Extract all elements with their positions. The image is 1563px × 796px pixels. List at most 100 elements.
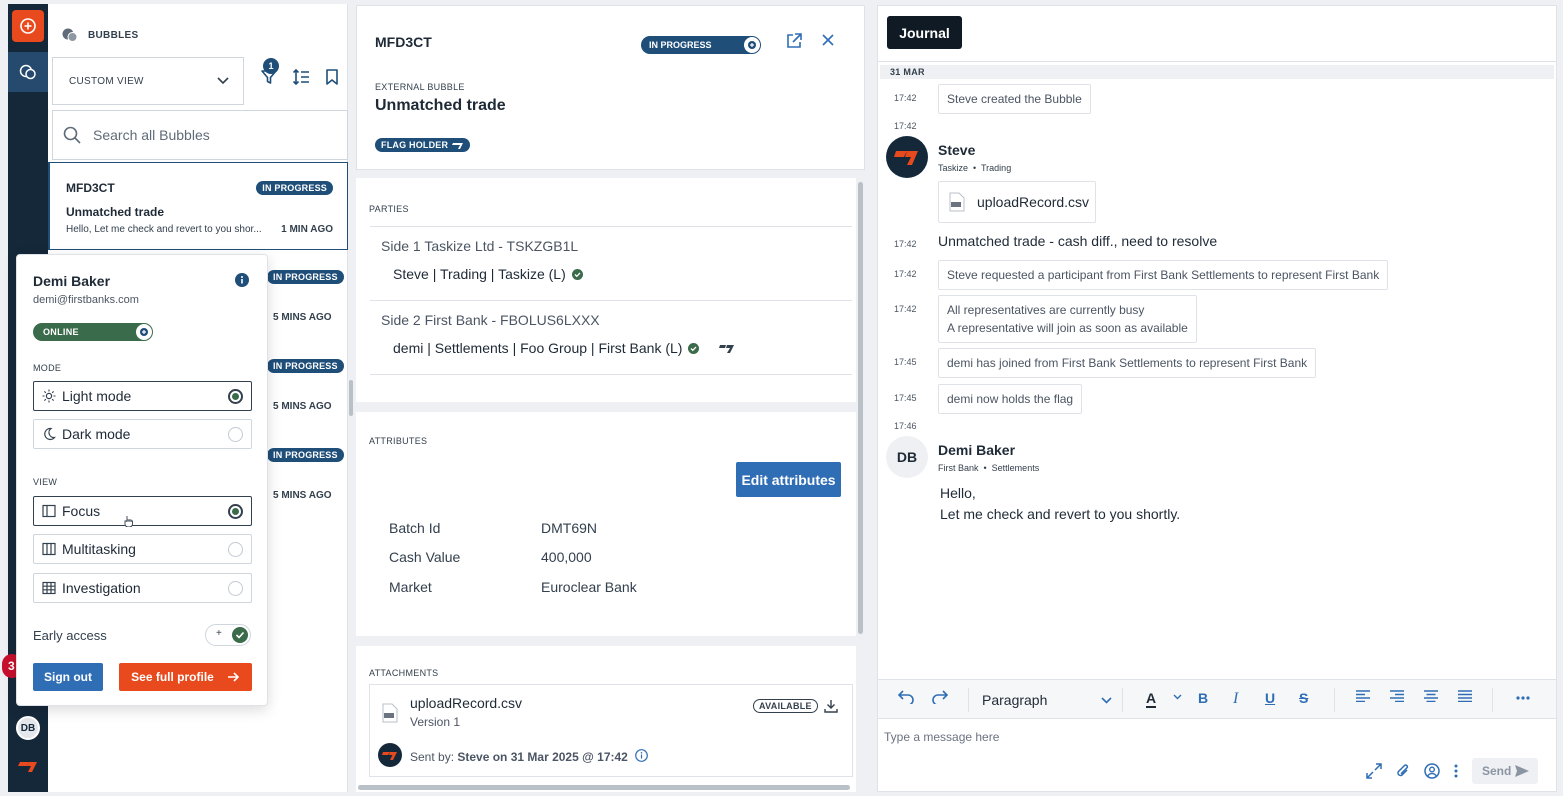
- align-justify-icon[interactable]: [1458, 690, 1472, 702]
- editor-toolbar: Paragraph A B I U S: [878, 679, 1556, 719]
- profile-email: demi@firstbanks.com: [33, 294, 139, 306]
- toolbar-separator: [1122, 688, 1123, 712]
- bubble-title: Unmatched trade: [66, 205, 165, 219]
- flag-icon: [452, 142, 464, 149]
- online-status-toggle[interactable]: ONLINE: [33, 323, 153, 341]
- search-bar: [52, 110, 348, 160]
- entry-time: 17:42: [894, 269, 917, 279]
- party-member-steve[interactable]: Steve | Trading | Taskize (L): [393, 266, 583, 282]
- message-text: Hello, Let me check and revert to you sh…: [940, 483, 1180, 525]
- author-dept: Trading: [981, 163, 1012, 173]
- author-name[interactable]: Steve: [938, 142, 975, 158]
- bubble-time: 5 MINS AGO: [273, 312, 332, 323]
- parties-section: PARTIES Side 1 Taskize Ltd - TSKZGB1L St…: [356, 178, 856, 402]
- investigation-view-label: Investigation: [62, 580, 141, 596]
- strikethrough-icon[interactable]: S: [1299, 690, 1308, 706]
- paragraph-style-label: Paragraph: [982, 692, 1048, 708]
- cursor-hand-icon: [124, 515, 134, 527]
- date-separator: 31 MAR: [880, 65, 1554, 79]
- toggle-knob-icon: [136, 324, 152, 340]
- panel-resize-handle[interactable]: [349, 380, 353, 416]
- sort-icon[interactable]: [292, 68, 310, 86]
- message-input[interactable]: Type a message here: [884, 730, 999, 744]
- bold-icon[interactable]: B: [1198, 690, 1208, 706]
- filter-icon[interactable]: [260, 68, 278, 86]
- online-status-label: ONLINE: [43, 327, 79, 337]
- journal-attachment[interactable]: uploadRecord.csv: [938, 181, 1096, 223]
- status-badge: IN PROGRESS: [267, 448, 344, 462]
- radio-unselected[interactable]: [228, 581, 243, 596]
- dark-mode-option[interactable]: Dark mode: [33, 419, 252, 449]
- download-icon[interactable]: [824, 699, 838, 713]
- chevron-down-icon[interactable]: [1173, 694, 1182, 700]
- user-avatar[interactable]: DB: [16, 716, 40, 740]
- open-external-icon[interactable]: [785, 32, 803, 50]
- expand-icon[interactable]: [1366, 763, 1382, 779]
- party-side-1: Side 1 Taskize Ltd - TSKZGB1L: [381, 238, 579, 254]
- custom-view-select[interactable]: CUSTOM VIEW: [52, 57, 244, 105]
- bubble-time: 5 MINS AGO: [273, 401, 332, 412]
- grid-layout-icon: [42, 581, 56, 595]
- status-badge: IN PROGRESS: [256, 181, 333, 195]
- send-arrow-icon: [1515, 765, 1529, 777]
- underline-icon[interactable]: U: [1265, 690, 1275, 706]
- details-scrollbar-horizontal[interactable]: [358, 785, 850, 790]
- info-icon[interactable]: [635, 749, 648, 762]
- status-label: IN PROGRESS: [649, 40, 712, 50]
- align-right-icon[interactable]: [1390, 690, 1404, 702]
- mention-user-icon[interactable]: [1424, 763, 1440, 779]
- author-meta: First Bank • Settlements: [938, 463, 1040, 473]
- details-scrollbar-vertical[interactable]: [858, 182, 863, 634]
- divider: [370, 226, 852, 227]
- see-full-profile-button[interactable]: See full profile: [119, 663, 252, 691]
- paragraph-style-select[interactable]: Paragraph: [982, 688, 1112, 712]
- status-badge: IN PROGRESS: [267, 270, 344, 284]
- align-center-icon[interactable]: [1424, 690, 1438, 702]
- more-options-icon[interactable]: [1516, 696, 1530, 700]
- align-left-icon[interactable]: [1356, 690, 1370, 702]
- moon-icon: [44, 427, 56, 440]
- custom-view-label: CUSTOM VIEW: [69, 75, 144, 87]
- profile-name: Demi Baker: [33, 273, 111, 289]
- bookmark-icon[interactable]: [324, 68, 340, 86]
- attachment-name[interactable]: uploadRecord.csv: [410, 695, 522, 711]
- radio-selected[interactable]: [228, 504, 243, 519]
- paperclip-icon[interactable]: [1396, 763, 1410, 779]
- tab-journal[interactable]: Journal: [887, 16, 962, 49]
- entry-time: 17:45: [894, 357, 917, 367]
- bubble-card-active[interactable]: MFD3CT IN PROGRESS Unmatched trade Hello…: [48, 162, 348, 250]
- attachment-card[interactable]: uploadRecord.csv Version 1 AVAILABLE Sen…: [369, 684, 853, 777]
- search-input[interactable]: [93, 127, 333, 143]
- radio-unselected[interactable]: [228, 542, 243, 557]
- edit-attributes-button[interactable]: Edit attributes: [736, 462, 841, 497]
- close-icon[interactable]: [821, 33, 835, 47]
- verified-check-icon: [688, 342, 700, 354]
- party-member-demi[interactable]: demi | Settlements | Foo Group | First B…: [393, 340, 735, 356]
- investigation-view-option[interactable]: Investigation: [33, 573, 252, 603]
- light-mode-option[interactable]: Light mode: [33, 381, 252, 411]
- early-access-toggle[interactable]: +: [205, 624, 251, 646]
- system-message: All representatives are currently busy A…: [938, 295, 1197, 343]
- new-bubble-button[interactable]: [12, 10, 44, 42]
- profile-popover: Demi Baker demi@firstbanks.com ONLINE MO…: [16, 254, 268, 706]
- text-color-icon[interactable]: A: [1146, 690, 1157, 708]
- radio-selected[interactable]: [228, 389, 243, 404]
- multitasking-view-option[interactable]: Multitasking: [33, 534, 252, 564]
- bubbles-nav-button[interactable]: [8, 52, 48, 92]
- send-button[interactable]: Send: [1472, 758, 1538, 784]
- author-name[interactable]: Demi Baker: [938, 442, 1015, 458]
- sign-out-button[interactable]: Sign out: [33, 663, 103, 691]
- author-org: Taskize: [938, 163, 969, 173]
- focus-view-option[interactable]: Focus: [33, 496, 252, 526]
- list-tools: [260, 68, 340, 86]
- party-side-2: Side 2 First Bank - FBOLUS6LXXX: [381, 312, 600, 328]
- italic-icon[interactable]: I: [1233, 690, 1238, 708]
- info-icon[interactable]: [235, 273, 249, 287]
- radio-unselected[interactable]: [228, 427, 243, 442]
- toolbar-separator: [1334, 688, 1335, 712]
- undo-icon[interactable]: [898, 690, 914, 704]
- entry-time: 17:42: [894, 239, 917, 249]
- kebab-menu-icon[interactable]: [1454, 764, 1458, 778]
- redo-icon[interactable]: [932, 690, 948, 704]
- status-toggle[interactable]: IN PROGRESS: [641, 36, 761, 54]
